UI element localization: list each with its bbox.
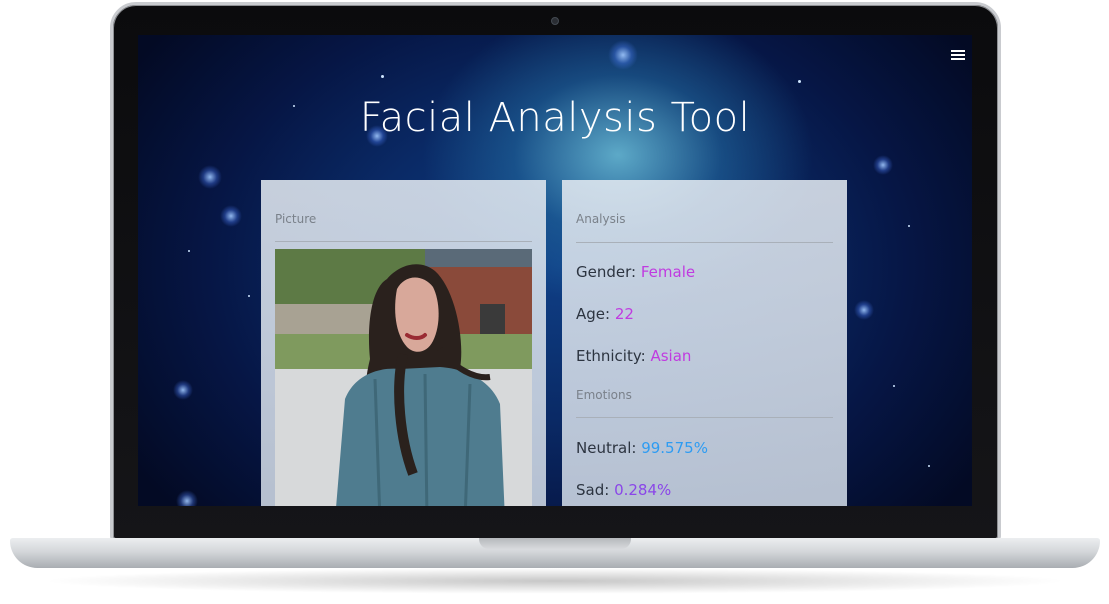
app-screen: Facial Analysis Tool Picture Analysis Ge… [138, 35, 972, 506]
age-label: Age: [576, 305, 611, 323]
star-glow [220, 205, 242, 227]
face-photo [275, 249, 532, 506]
analysis-panel-heading: Analysis [576, 212, 626, 226]
gender-value: Female [640, 263, 696, 281]
webcam [551, 17, 559, 25]
hamburger-menu-icon[interactable] [951, 50, 965, 62]
emotions-heading: Emotions [576, 388, 632, 402]
star [798, 80, 801, 83]
star-glow [873, 155, 893, 175]
gender-label: Gender: [576, 263, 637, 281]
divider [576, 242, 833, 243]
ethnicity-label: Ethnicity: [576, 347, 646, 365]
laptop-shadow [40, 568, 1070, 594]
emotion-value: 0.284% [614, 481, 672, 499]
emotion-row-sad: Sad: 0.284% [576, 481, 671, 499]
star [188, 250, 190, 252]
star-glow [608, 40, 638, 70]
star [928, 465, 930, 467]
emotion-label: Sad: [576, 481, 610, 499]
emotion-label: Neutral: [576, 439, 637, 457]
ethnicity-value: Asian [650, 347, 692, 365]
emotion-value: 99.575% [641, 439, 708, 457]
age-row: Age: 22 [576, 305, 634, 323]
star [893, 385, 895, 387]
picture-panel-heading: Picture [275, 212, 317, 226]
age-value: 22 [614, 305, 634, 323]
analysis-panel: Analysis Gender: Female Age: 22 Ethnicit… [562, 180, 847, 506]
star [381, 75, 384, 78]
picture-panel: Picture [261, 180, 546, 506]
star-glow [176, 490, 198, 506]
star [908, 225, 910, 227]
emotion-row-neutral: Neutral: 99.575% [576, 439, 708, 457]
star-glow [198, 165, 222, 189]
star-glow [854, 300, 874, 320]
star-glow [173, 380, 193, 400]
divider [275, 241, 532, 242]
ethnicity-row: Ethnicity: Asian [576, 347, 691, 365]
gender-row: Gender: Female [576, 263, 695, 281]
page-title: Facial Analysis Tool [359, 95, 751, 141]
star [248, 295, 250, 297]
laptop-notch [479, 538, 631, 549]
divider [576, 417, 833, 418]
